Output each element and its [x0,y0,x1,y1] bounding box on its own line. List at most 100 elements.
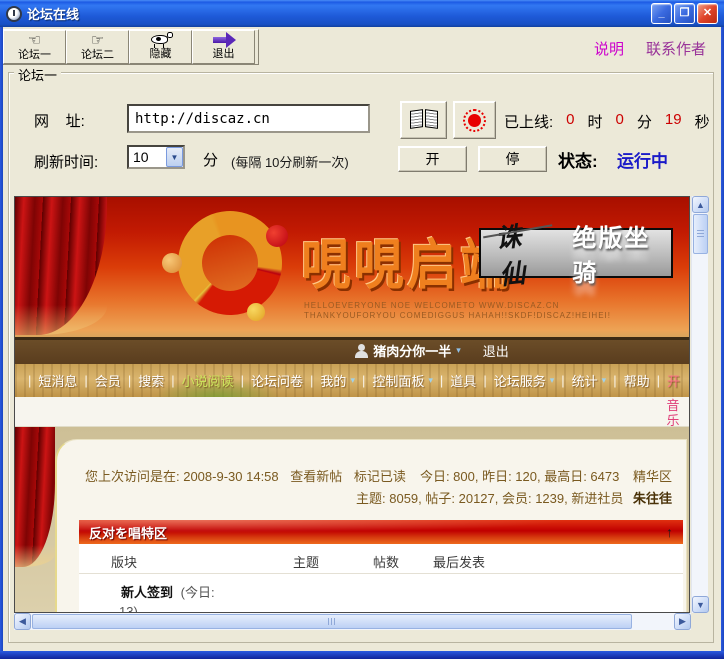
collapse-arrow-icon[interactable]: ↑ [666,524,673,540]
horizontal-scroll-thumb[interactable] [32,614,632,629]
refresh-time-label: 刷新时间: [34,154,99,171]
music-toggle-vertical[interactable]: 音 乐 [665,398,681,428]
totals-stats-text: 主题: 8059, 帖子: 20127, 会员: 1239, 新进社员 [356,491,624,506]
refresh-interval-value: 10 [133,149,149,165]
forum1-button-label: 论坛一 [18,49,51,61]
category-bar: 反对を唱特区 ↑ [79,520,683,544]
user-bar: 猪肉分你一半 ▾ 退出 [15,337,689,364]
sub-nav-strip [15,397,689,427]
nav-item-messages[interactable]: 短消息 [21,371,77,390]
scroll-right-button[interactable]: ▶ [674,613,691,630]
online-minutes-unit: 分 [636,114,652,131]
nav-item-services[interactable]: 论坛服务▾ [476,371,555,390]
online-seconds: 19 [664,111,682,128]
forum-content: 您上次访问是在: 2008-9-30 14:58 查看新帖 标记已读 今日: 8… [15,427,689,613]
online-label: 已上线: [504,114,554,131]
hide-button[interactable]: 隐藏 [129,30,192,64]
hide-button-label: 隐藏 [149,48,172,60]
dog-icon [149,32,173,48]
scroll-left-icon: ◀ [19,616,26,626]
status-light-button[interactable] [453,101,496,139]
last-visit-text: 您上次访问是在: 2008-9-30 14:58 [85,469,279,484]
forum-logo [166,199,294,327]
column-header-lastpost: 最后发表 [433,555,486,570]
stop-button[interactable]: 停 [478,146,547,172]
maximize-icon: ❐ [679,7,690,19]
close-button[interactable]: ✕ [697,3,718,24]
minutes-unit-label: 分 [203,152,219,169]
app-icon [6,5,22,22]
book-icon [409,109,438,130]
groupbox-label: 论坛一 [14,65,62,84]
username[interactable]: 猪肉分你一半 [373,341,451,360]
today-stats-text: 今日: 800, 昨日: 120, 最高日: 6473 [419,469,620,484]
column-header-topics: 主题 [293,555,320,570]
nav-item-props[interactable]: 道具 [433,371,476,390]
refresh-interval-select[interactable]: 10 ▼ [127,145,185,169]
nav-item-search[interactable]: 搜索 [121,371,164,390]
logout-link[interactable]: 退出 [483,341,509,360]
view-new-posts-link[interactable]: 查看新帖 [290,469,342,484]
nav-item-help[interactable]: 帮助 [606,371,650,390]
forum-nav-bar: 短消息 会员 搜索 小说阅读 论坛问卷 我的▾ 控制面板▾ 道具 论坛服务▾ 统… [15,364,689,397]
scroll-right-icon: ▶ [679,616,686,626]
digest-link[interactable]: 精华区 [633,469,672,484]
nav-item-members[interactable]: 会员 [77,371,121,390]
curtain-graphic [15,427,55,567]
open-log-button[interactable] [400,101,447,139]
scroll-down-button[interactable]: ▼ [692,596,709,613]
status-label: 状态: [558,152,598,171]
nav-item-survey[interactable]: 论坛问卷 [234,371,303,390]
refresh-note: (每隔 10分刷新一次) [231,155,349,170]
maximize-button[interactable]: ❐ [674,3,695,24]
toolbar: ☜ 论坛一 ☞ 论坛二 隐藏 退出 [2,29,259,65]
url-label: 网 址: [34,113,85,130]
hand-point-right-icon: ☞ [90,32,105,49]
logo-dot [247,303,265,321]
nav-item-control-panel[interactable]: 控制面板▾ [355,371,433,390]
contact-author-link[interactable]: 联系作者 [646,38,706,59]
nav-item-novels[interactable]: 小说阅读 [164,371,234,390]
forum-link-newbie-signin[interactable]: 新人签到 [121,585,173,600]
status-value: 运行中 [617,152,668,171]
window-border-left [0,27,3,659]
vertical-scrollbar[interactable]: ▲ ▼ [691,196,709,613]
chevron-down-icon[interactable]: ▾ [456,345,461,356]
scroll-left-button[interactable]: ◀ [14,613,31,630]
logo-dot [266,225,288,247]
forum-banner: 哯哯启端 HELLOEVERYONE NOE WELCOMETO WWW.DIS… [15,197,689,337]
exit-button[interactable]: 退出 [192,30,255,64]
nav-item-music-on[interactable]: 开 [650,371,680,390]
window-title: 论坛在线 [27,7,80,22]
vertical-scroll-thumb[interactable] [693,214,708,254]
url-input[interactable] [127,104,370,133]
exit-button-label: 退出 [212,48,235,60]
scroll-up-button[interactable]: ▲ [692,196,709,213]
online-hours: 0 [566,111,575,128]
nav-item-mine[interactable]: 我的▾ [303,371,355,390]
help-link[interactable]: 说明 [594,38,624,59]
ad-banner[interactable]: 诛仙 绝版坐骑 [479,222,673,291]
thumb-grip [697,230,704,238]
app-window: 论坛在线 _ ❐ ✕ ☜ 论坛一 ☞ 论坛二 隐藏 退出 说明 联系作者 论坛一… [0,0,724,659]
minimize-button[interactable]: _ [651,3,672,24]
embedded-browser: 哯哯启端 HELLOEVERYONE NOE WELCOMETO WWW.DIS… [14,196,690,613]
forum2-button[interactable]: ☞ 论坛二 [66,30,129,64]
banner-tagline-2: THANKYOUFORYOU COMEDIGGUS HAHAH!!SKDF!DI… [304,311,611,320]
forum1-button[interactable]: ☜ 论坛一 [3,30,66,64]
combo-dropdown-button[interactable]: ▼ [166,147,183,167]
forum-today-note-wrap: 13) [119,604,138,613]
nav-item-stats[interactable]: 统计▾ [554,371,607,390]
user-avatar-icon [355,343,369,358]
title-bar[interactable]: 论坛在线 _ ❐ ✕ [0,0,724,27]
exit-arrow-icon [211,32,237,48]
forum-stats-block: 今日: 800, 昨日: 120, 最高日: 6473 精华区 主题: 8059… [356,466,672,510]
horizontal-scrollbar[interactable]: ◀ ▶ [14,613,691,630]
category-title[interactable]: 反对を唱特区 [89,523,666,542]
newest-member-link[interactable]: 朱往徍 [633,491,672,506]
close-icon: ✕ [702,7,713,19]
forum-table-header: 版块 主题 帖数 最后发表 [79,544,683,574]
online-time-row: 已上线: 0 时 0 分 19 秒 [504,111,710,132]
combo-arrow-icon: ▼ [170,152,179,162]
start-button[interactable]: 开 [398,146,467,172]
